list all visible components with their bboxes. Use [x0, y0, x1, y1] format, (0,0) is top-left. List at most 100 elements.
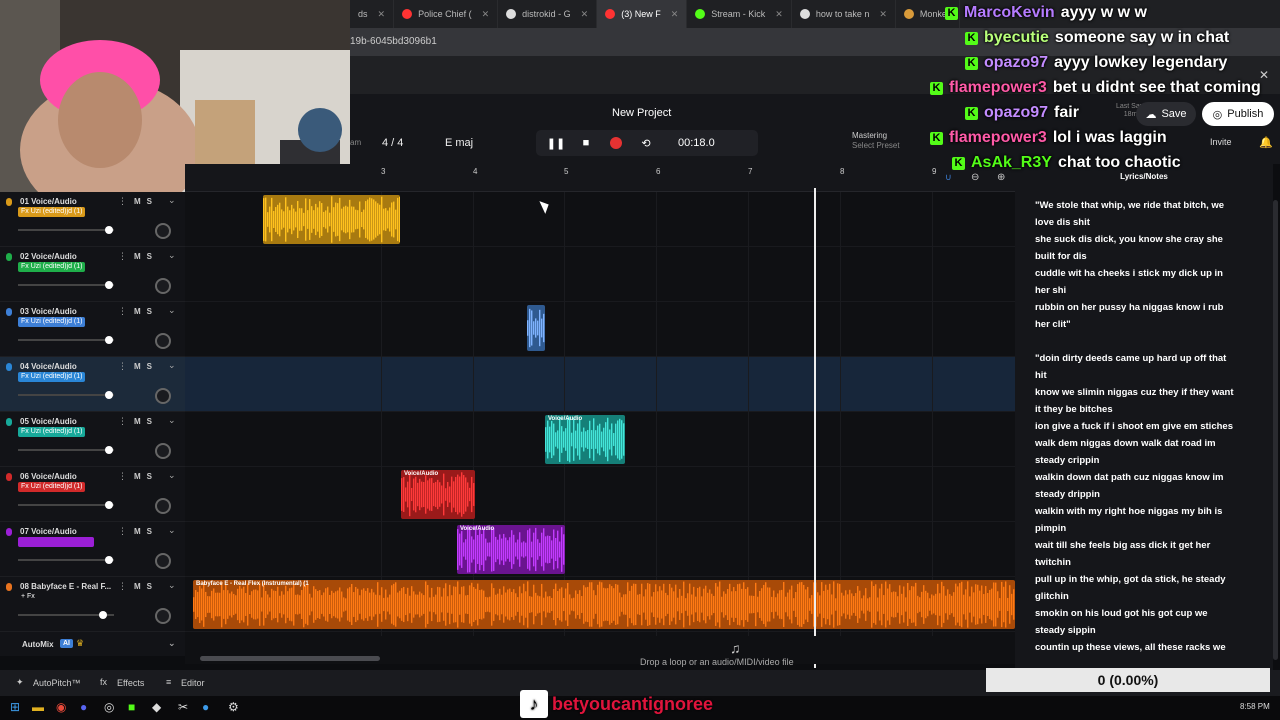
mute-button[interactable]: M	[134, 307, 147, 316]
close-tab-icon[interactable]: ✕	[671, 9, 679, 20]
fx-preset-tag[interactable]: Fx Uzi (edited)jd (1)	[18, 482, 86, 492]
chevron-down-icon[interactable]: ⌄	[168, 250, 176, 261]
pause-icon[interactable]: ❚❚	[547, 135, 565, 151]
browser-tab[interactable]: distrokid - G ✕	[498, 0, 598, 28]
track-lane[interactable]	[185, 467, 1015, 522]
browser-tab[interactable]: Police Chief (✕	[394, 0, 499, 28]
track-name[interactable]: 07 Voice/Audio	[20, 527, 77, 536]
save-button[interactable]: ☁ Save	[1136, 102, 1196, 126]
chevron-down-icon[interactable]: ⌄	[168, 525, 176, 536]
track-lane[interactable]	[185, 302, 1015, 357]
key-selector[interactable]: E maj	[445, 137, 473, 149]
track-header[interactable]: 01 Voice/Audio ⋮ MS ⌄ Fx Uzi (edited)jd (1)	[0, 192, 185, 247]
mute-button[interactable]: M	[134, 417, 147, 426]
close-tab-icon[interactable]: ✕	[879, 9, 887, 20]
more-icon[interactable]: ⋮	[118, 361, 127, 372]
fx-preset-tag[interactable]: Fx Uzi (edited)jd (1)	[18, 427, 86, 437]
chevron-down-icon[interactable]: ⌄	[168, 580, 176, 591]
app-icon[interactable]: ◆	[152, 700, 161, 714]
audio-clip[interactable]: Voice/Audio	[457, 525, 565, 574]
more-icon[interactable]: ⋮	[118, 471, 127, 482]
mute-solo-buttons[interactable]: MS	[134, 527, 158, 536]
fx-preset-tag[interactable]	[18, 537, 94, 547]
track-name[interactable]: 08 Babyface E - Real F...	[20, 582, 111, 591]
more-icon[interactable]: ⋮	[118, 306, 127, 317]
chevron-down-icon[interactable]: ⌄	[168, 360, 176, 371]
pan-knob[interactable]	[155, 608, 171, 624]
mute-button[interactable]: M	[134, 252, 147, 261]
audio-clip[interactable]	[527, 305, 545, 351]
track-header[interactable]: 05 Voice/Audio ⋮ MS ⌄ Fx Uzi (edited)jd (1)	[0, 412, 185, 467]
track-name[interactable]: 04 Voice/Audio	[20, 362, 77, 371]
pan-knob[interactable]	[155, 443, 171, 459]
project-title[interactable]: New Project	[612, 107, 671, 119]
editor-button[interactable]: Editor	[181, 678, 205, 688]
volume-slider[interactable]	[18, 556, 114, 564]
browser-tab-active[interactable]: (3) New F ✕	[597, 0, 688, 28]
mute-solo-buttons[interactable]: MS	[134, 472, 158, 481]
zoom-in-icon[interactable]: ⊕	[997, 172, 1005, 183]
pan-knob[interactable]	[155, 223, 171, 239]
app-icon[interactable]: ●	[202, 700, 209, 714]
fx-preset-tag[interactable]: + Fx	[18, 592, 38, 602]
lyrics-panel[interactable]: Lyrics/Notes "We stole that whip, we rid…	[1015, 164, 1273, 670]
chevron-down-icon[interactable]: ⌄	[168, 638, 176, 649]
volume-slider[interactable]	[18, 226, 114, 234]
loop-icon[interactable]: ⟲	[638, 135, 654, 151]
volume-knob[interactable]	[105, 501, 114, 509]
magnet-icon[interactable]: ∪	[945, 172, 952, 183]
bell-icon[interactable]: 🔔	[1259, 136, 1273, 149]
folder-icon[interactable]: ▬	[32, 700, 44, 714]
track-header[interactable]: 08 Babyface E - Real F... ⋮ MS ⌄ + Fx	[0, 577, 185, 632]
solo-button[interactable]: S	[147, 362, 158, 371]
arrangement-lanes[interactable]: Voice/Audio Voice/Audio Voice/Audio Babyfac…	[185, 192, 1015, 636]
pan-knob[interactable]	[155, 333, 171, 349]
close-tab-icon[interactable]: ✕	[378, 9, 386, 20]
track-header[interactable]: 06 Voice/Audio ⋮ MS ⌄ Fx Uzi (edited)jd (1)	[0, 467, 185, 522]
chevron-down-icon[interactable]: ⌄	[168, 305, 176, 316]
stop-icon[interactable]: ■	[578, 135, 594, 151]
volume-slider[interactable]	[18, 446, 114, 454]
audio-clip[interactable]: Babyface E - Real Flex (Instrumental) (1	[193, 580, 1015, 629]
pan-knob[interactable]	[155, 553, 171, 569]
horizontal-scrollbar[interactable]	[200, 656, 380, 661]
audio-clip[interactable]: Voice/Audio	[401, 470, 475, 519]
mute-button[interactable]: M	[134, 527, 147, 536]
more-icon[interactable]: ⋮	[118, 581, 127, 592]
fx-preset-tag[interactable]: Fx Uzi (edited)jd (1)	[18, 317, 86, 327]
mastering-selector[interactable]: Mastering Select Preset	[852, 131, 932, 155]
close-tab-icon[interactable]: ✕	[482, 9, 490, 20]
close-tab-icon[interactable]: ✕	[775, 9, 783, 20]
track-header[interactable]: 02 Voice/Audio ⋮ MS ⌄ Fx Uzi (edited)jd (1)	[0, 247, 185, 302]
mute-solo-buttons[interactable]: MS	[134, 307, 158, 316]
automix-row[interactable]: AutoMix AI ♛ ⌄	[0, 636, 185, 656]
volume-knob[interactable]	[105, 281, 114, 289]
invite-button[interactable]: Invite	[1210, 137, 1232, 147]
volume-knob[interactable]	[105, 391, 114, 399]
solo-button[interactable]: S	[147, 582, 158, 591]
app-icon[interactable]: ■	[128, 700, 135, 714]
chevron-down-icon[interactable]: ⌄	[168, 195, 176, 206]
discord-icon[interactable]: ●	[80, 700, 87, 714]
vertical-scrollbar[interactable]	[1273, 200, 1278, 660]
fx-preset-tag[interactable]: Fx Uzi (edited)jd (1)	[18, 262, 86, 272]
mute-solo-buttons[interactable]: MS	[134, 582, 158, 591]
browser-tab[interactable]: how to take n ✕	[792, 0, 896, 28]
time-signature[interactable]: 4 / 4	[382, 137, 403, 149]
effects-button[interactable]: Effects	[117, 678, 144, 688]
timeline-ruler[interactable]: 3 4 5 6 7 8 9 ⊖ ⊕ ∪	[185, 164, 1015, 192]
solo-button[interactable]: S	[147, 307, 158, 316]
volume-knob[interactable]	[98, 611, 107, 619]
track-header[interactable]: 04 Voice/Audio ⋮ MS ⌄ Fx Uzi (edited)jd (1)	[0, 357, 185, 412]
volume-knob[interactable]	[105, 336, 114, 344]
mute-solo-buttons[interactable]: MS	[134, 362, 158, 371]
fx-preset-tag[interactable]: Fx Uzi (edited)jd (1)	[18, 372, 86, 382]
chrome-icon[interactable]: ◉	[56, 700, 66, 714]
chevron-down-icon[interactable]: ⌄	[168, 470, 176, 481]
mute-solo-buttons[interactable]: MS	[134, 252, 158, 261]
more-icon[interactable]: ⋮	[118, 526, 127, 537]
publish-button[interactable]: ◎ Publish	[1202, 102, 1274, 126]
volume-slider[interactable]	[18, 281, 114, 289]
volume-slider[interactable]	[18, 611, 114, 619]
solo-button[interactable]: S	[147, 472, 158, 481]
